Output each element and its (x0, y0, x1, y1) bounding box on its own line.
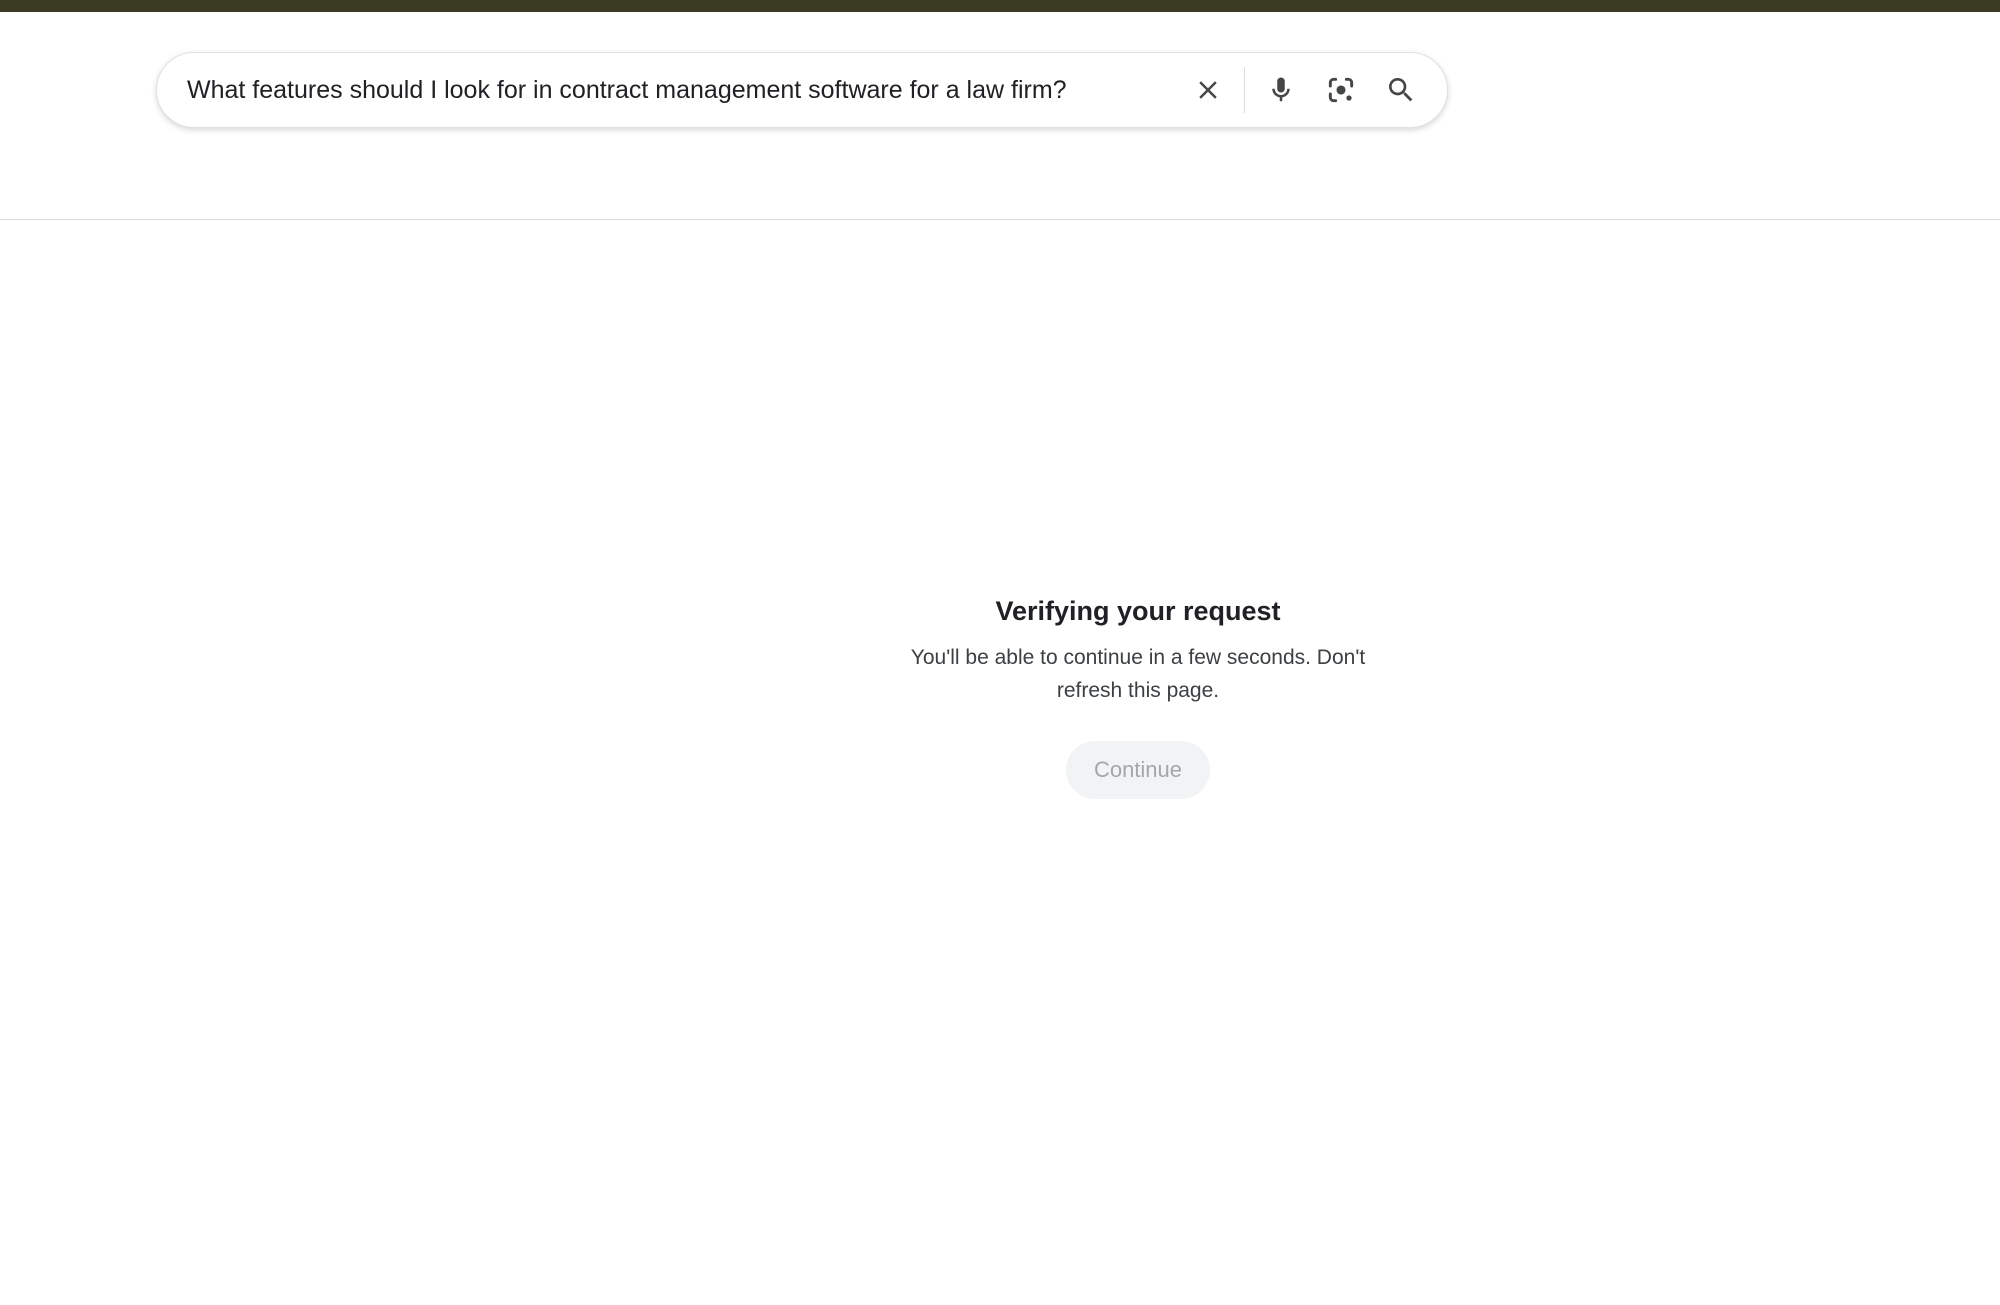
camera-lens-icon (1328, 77, 1354, 103)
continue-button[interactable]: Continue (1066, 741, 1210, 799)
voice-search-button[interactable] (1253, 62, 1309, 118)
close-icon (1199, 81, 1217, 99)
verification-message: You'll be able to continue in a few seco… (910, 646, 1366, 702)
search-bar-divider (1244, 67, 1245, 113)
verification-panel: Verifying your request You'll be able to… (838, 585, 1438, 799)
search-input[interactable] (157, 53, 1180, 127)
clear-search-button[interactable] (1180, 62, 1236, 118)
verification-title: Verifying your request (995, 596, 1281, 626)
browser-top-strip (0, 0, 2000, 12)
search-bar (156, 52, 1448, 128)
search-submit-button[interactable] (1373, 62, 1429, 118)
search-header (0, 12, 2000, 220)
microphone-icon (1272, 77, 1290, 102)
search-icon (1389, 78, 1413, 102)
search-by-image-button[interactable] (1313, 62, 1369, 118)
